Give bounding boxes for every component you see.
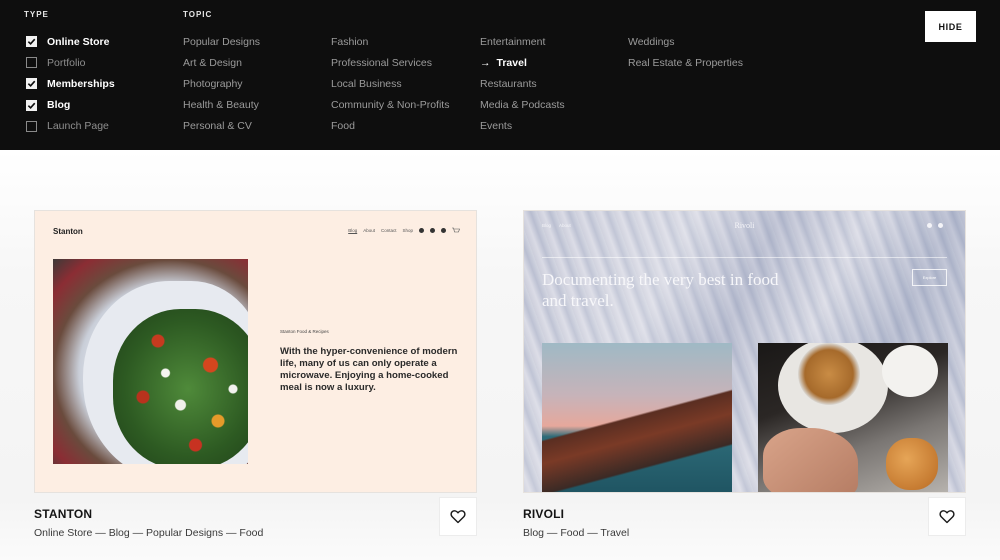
facebook-icon xyxy=(938,223,943,228)
topic-link[interactable]: Professional Services xyxy=(331,52,449,73)
topic-column-1: Popular Designs Art & Design Photography… xyxy=(183,31,260,137)
instagram-icon xyxy=(419,228,424,233)
topic-column-4: Weddings Real Estate & Properties xyxy=(628,31,743,73)
topic-link-label: Travel xyxy=(496,56,527,69)
template-tags: Blog — Food — Travel xyxy=(523,527,630,539)
checkbox-checked[interactable] xyxy=(26,78,37,90)
checkbox-checked[interactable] xyxy=(26,99,37,111)
type-heading: TYPE xyxy=(24,10,49,19)
preview-nav-item: Shop xyxy=(402,228,413,233)
preview-headline: Documenting the very best in food and tr… xyxy=(542,270,779,310)
topic-link[interactable]: Art & Design xyxy=(183,52,260,73)
checkmark-icon xyxy=(27,102,36,109)
twitter-icon xyxy=(441,228,446,233)
topic-link[interactable]: Health & Beauty xyxy=(183,95,260,116)
topic-link[interactable]: Local Business xyxy=(331,73,449,94)
type-filter-portfolio[interactable]: Portfolio xyxy=(26,52,115,73)
topic-link[interactable]: Entertainment xyxy=(480,31,565,52)
template-tags: Online Store — Blog — Popular Designs — … xyxy=(34,527,264,539)
topic-link[interactable]: Fashion xyxy=(331,31,449,52)
type-filter-memberships[interactable]: Memberships xyxy=(26,73,115,94)
template-name[interactable]: RIVOLI xyxy=(523,507,564,521)
template-preview-stanton[interactable]: Stanton Blog About Contact Shop Stanton … xyxy=(34,210,477,493)
type-filter-blog[interactable]: Blog xyxy=(26,95,115,116)
topic-link[interactable]: Events xyxy=(480,116,565,137)
heart-outline-icon xyxy=(450,510,466,524)
template-gallery: Stanton Blog About Contact Shop Stanton … xyxy=(0,150,1000,560)
card-footer: STANTON Online Store — Blog — Popular De… xyxy=(34,493,477,553)
preview-kicker: Stanton Food & Recipes xyxy=(280,329,329,334)
topic-link-selected[interactable]: → Travel xyxy=(480,52,565,73)
type-filter-launch-page[interactable]: Launch Page xyxy=(26,116,115,137)
salad-photo xyxy=(53,259,248,464)
template-preview-rivoli[interactable]: Blog About Rivoli Documenting the very b… xyxy=(523,210,966,493)
topic-column-2: Fashion Professional Services Local Busi… xyxy=(331,31,449,137)
preview-quote: With the hyper-convenience of modern lif… xyxy=(280,346,458,393)
type-filter-label: Launch Page xyxy=(47,120,109,133)
topic-link[interactable]: Weddings xyxy=(628,31,743,52)
checkbox-checked[interactable] xyxy=(26,36,37,48)
card-footer: RIVOLI Blog — Food — Travel xyxy=(523,493,966,553)
topic-heading: TOPIC xyxy=(183,10,213,19)
favorite-button[interactable] xyxy=(928,497,966,536)
preview-nav-item: Contact xyxy=(380,228,397,233)
cart-icon xyxy=(452,227,460,233)
favorite-button[interactable] xyxy=(439,497,477,536)
coffee-photo xyxy=(758,343,948,492)
checkmark-icon xyxy=(27,81,36,88)
template-card-rivoli: Blog About Rivoli Documenting the very b… xyxy=(523,210,966,553)
template-card-stanton: Stanton Blog About Contact Shop Stanton … xyxy=(34,210,477,553)
heart-outline-icon xyxy=(939,510,955,524)
preview-social-icons xyxy=(927,223,943,228)
checkmark-icon xyxy=(27,38,36,46)
filter-panel: TYPE TOPIC Online Store Portfolio Member… xyxy=(0,0,1000,150)
preview-nav-item: Blog xyxy=(348,228,358,233)
preview-explore-button: Explore xyxy=(912,269,947,286)
template-name[interactable]: STANTON xyxy=(34,507,92,521)
preview-nav-item: About xyxy=(363,228,375,233)
arrow-right-icon: → xyxy=(480,56,491,69)
topic-link[interactable]: Community & Non-Profits xyxy=(331,95,449,116)
topic-link[interactable]: Food xyxy=(331,116,449,137)
type-filter-label: Online Store xyxy=(47,35,110,48)
preview-nav: Blog About Contact Shop xyxy=(348,227,460,234)
type-filter-label: Blog xyxy=(47,99,71,112)
coastline-photo xyxy=(542,343,732,492)
checkbox[interactable] xyxy=(26,57,37,69)
instagram-icon xyxy=(927,223,932,228)
youtube-icon xyxy=(430,228,435,233)
type-filter-label: Portfolio xyxy=(47,56,86,69)
topic-link[interactable]: Media & Podcasts xyxy=(480,95,565,116)
preview-logo: Rivoli xyxy=(734,221,755,230)
divider xyxy=(542,257,947,258)
topic-link[interactable]: Personal & CV xyxy=(183,116,260,137)
type-filter-label: Memberships xyxy=(47,77,115,90)
topic-link[interactable]: Photography xyxy=(183,73,260,94)
type-filter-online-store[interactable]: Online Store xyxy=(26,31,115,52)
checkbox[interactable] xyxy=(26,120,37,132)
topic-column-3: Entertainment → Travel Restaurants Media… xyxy=(480,31,565,137)
topic-link[interactable]: Popular Designs xyxy=(183,31,260,52)
topic-link[interactable]: Real Estate & Properties xyxy=(628,52,743,73)
type-filter-list: Online Store Portfolio Memberships Blog … xyxy=(26,31,115,137)
hide-filters-button[interactable]: HIDE xyxy=(925,11,976,42)
topic-link[interactable]: Restaurants xyxy=(480,73,565,94)
preview-logo: Stanton xyxy=(53,227,83,236)
